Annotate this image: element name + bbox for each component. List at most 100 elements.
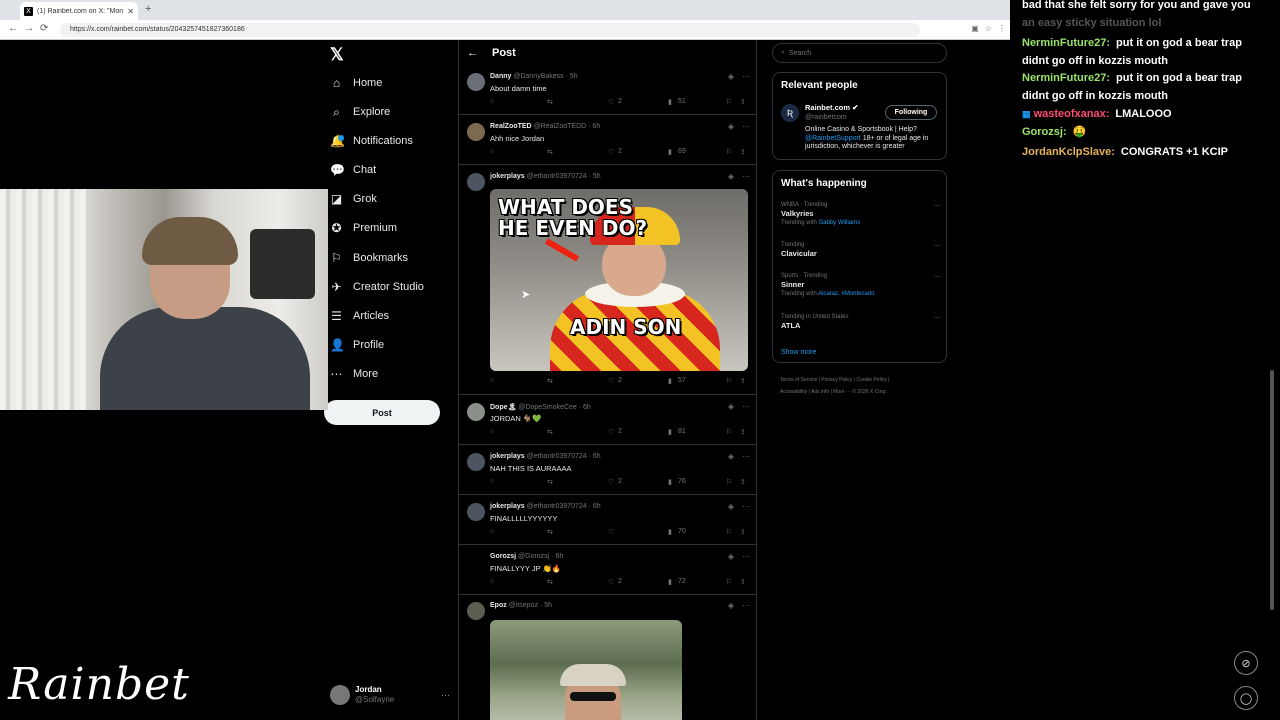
more-dots-icon[interactable]: ··· xyxy=(933,272,941,281)
like-icon[interactable]: ♡ xyxy=(608,148,614,156)
rainbet-avatar[interactable]: Ʀ xyxy=(781,104,799,122)
repost-icon[interactable]: ⇆ xyxy=(547,528,553,536)
chat-username[interactable]: NerminFuture27: xyxy=(1022,72,1110,84)
author-name[interactable]: jokerplays xyxy=(490,173,525,180)
reply-tweet-with-image[interactable]: jokerplays @ethantr03970724 · 5h ◈ ··· WH… xyxy=(459,167,756,395)
reply-icon[interactable]: ○ xyxy=(490,528,494,535)
more-dots-icon[interactable]: ··· xyxy=(742,552,750,561)
chat-username[interactable]: JordanKclpSlave: xyxy=(1022,146,1115,158)
compose-post-button[interactable]: Post xyxy=(324,400,440,425)
reply-icon[interactable]: ○ xyxy=(490,148,494,155)
nav-item-notifications[interactable]: 🔔 Notifications xyxy=(330,130,413,152)
more-dots-icon[interactable]: ··· xyxy=(933,201,941,210)
nav-item-home[interactable]: ⌂ Home xyxy=(330,72,382,94)
reload-button[interactable]: ⟳ xyxy=(40,23,48,34)
messages-icon[interactable]: ◯ xyxy=(1234,686,1258,710)
more-dots-icon[interactable]: ··· xyxy=(933,241,941,250)
views-icon[interactable]: ▮ xyxy=(668,428,672,436)
author-name[interactable]: Dope🏝 xyxy=(490,404,516,411)
avatar[interactable] xyxy=(467,73,485,91)
more-dots-icon[interactable]: ··· xyxy=(742,122,750,131)
nav-item-articles[interactable]: ☰ Articles xyxy=(330,305,389,327)
close-tab-icon[interactable]: ✕ xyxy=(127,7,134,16)
bookmark-icon[interactable]: ⚐ xyxy=(726,478,732,486)
back-arrow-icon[interactable]: ← xyxy=(467,47,478,59)
bookmark-icon[interactable]: ⚐ xyxy=(726,148,732,156)
search-input[interactable]: ⌕ Search xyxy=(772,43,947,63)
trend-item[interactable]: Trending in United States ATLA ··· xyxy=(781,313,941,331)
share-icon[interactable]: ⇪ xyxy=(740,148,746,156)
extension-icon[interactable]: ▣ xyxy=(971,24,979,33)
bookmark-icon[interactable]: ⚐ xyxy=(726,578,732,586)
author-name[interactable]: Gorozsj xyxy=(490,553,516,560)
menu-icon[interactable]: ⋮ xyxy=(998,24,1006,33)
browser-tab[interactable]: X (1) Rainbet.com on X: "Monday 12: ✕ xyxy=(20,2,138,20)
chat-username[interactable]: Gorozsj: xyxy=(1022,126,1067,138)
reply-icon[interactable]: ○ xyxy=(490,478,494,485)
like-icon[interactable]: ♡ xyxy=(608,377,614,385)
like-icon[interactable]: ♡ xyxy=(608,98,614,106)
following-button[interactable]: Following xyxy=(885,105,937,120)
reply-icon[interactable]: ○ xyxy=(490,98,494,105)
scrollbar[interactable] xyxy=(1270,370,1274,610)
x-logo-icon[interactable]: 𝕏 xyxy=(330,45,344,65)
author-name[interactable]: jokerplays xyxy=(490,453,525,460)
avatar[interactable] xyxy=(467,553,485,571)
more-dots-icon[interactable]: ··· xyxy=(742,172,750,181)
more-dots-icon[interactable]: ··· xyxy=(441,690,450,700)
reply-tweet[interactable]: jokerplays @ethantr03970724 · 6h ◈ ··· FI… xyxy=(459,497,756,545)
reply-tweet-with-image[interactable]: Epoz @itsepoz · 5h ◈ ··· xyxy=(459,596,756,720)
share-icon[interactable]: ⇪ xyxy=(740,98,746,106)
avatar[interactable] xyxy=(467,173,485,191)
more-dots-icon[interactable]: ··· xyxy=(742,502,750,511)
footer-line[interactable]: Terms of Service | Privacy Policy | Cook… xyxy=(780,374,950,386)
views-icon[interactable]: ▮ xyxy=(668,578,672,586)
share-icon[interactable]: ⇪ xyxy=(740,478,746,486)
repost-icon[interactable]: ⇆ xyxy=(547,578,553,586)
author-name[interactable]: jokerplays xyxy=(490,503,525,510)
views-icon[interactable]: ▮ xyxy=(668,377,672,385)
bookmark-icon[interactable]: ⚐ xyxy=(726,377,732,385)
share-icon[interactable]: ⇪ xyxy=(740,578,746,586)
author-name[interactable]: RealZooTED xyxy=(490,123,532,130)
reply-icon[interactable]: ○ xyxy=(490,578,494,585)
grok-icon[interactable]: ◈ xyxy=(728,122,734,131)
reply-tweet[interactable]: RealZooTED @RealZooTEDD · 6h ◈ ··· Ahh ni… xyxy=(459,117,756,165)
views-icon[interactable]: ▮ xyxy=(668,528,672,536)
nav-item-grok[interactable]: ◪ Grok xyxy=(330,188,377,210)
trend-item[interactable]: Sports · Trending Sinner Trending with A… xyxy=(781,272,941,298)
trend-item[interactable]: Trending Clavicular ··· xyxy=(781,241,941,259)
like-icon[interactable]: ♡ xyxy=(608,428,614,436)
like-icon[interactable]: ♡ xyxy=(608,578,614,586)
nav-item-profile[interactable]: 👤 Profile xyxy=(330,334,384,356)
bio-link[interactable]: @RainbetSupport xyxy=(805,135,861,142)
share-icon[interactable]: ⇪ xyxy=(740,428,746,436)
grok-icon[interactable]: ◈ xyxy=(728,402,734,411)
more-dots-icon[interactable]: ··· xyxy=(742,402,750,411)
grok-icon[interactable]: ◈ xyxy=(728,72,734,81)
more-dots-icon[interactable]: ··· xyxy=(742,72,750,81)
author-name[interactable]: Danny xyxy=(490,73,511,80)
repost-icon[interactable]: ⇆ xyxy=(547,478,553,486)
show-more-link[interactable]: Show more xyxy=(781,349,816,356)
avatar[interactable] xyxy=(467,453,485,471)
grok-shortcut-icon[interactable]: ⊘ xyxy=(1234,651,1258,675)
share-icon[interactable]: ⇪ xyxy=(740,377,746,385)
forward-button[interactable]: → xyxy=(24,23,34,34)
footer-line[interactable]: Accessibility | Ads info | More ··· © 20… xyxy=(780,386,950,398)
more-dots-icon[interactable]: ··· xyxy=(742,601,750,610)
trend-with-link[interactable]: Alcaraz, #Montecarlo xyxy=(818,291,874,297)
chat-username[interactable]: wasteofxanax: xyxy=(1034,108,1110,120)
repost-icon[interactable]: ⇆ xyxy=(547,148,553,156)
bookmark-icon[interactable]: ⚐ xyxy=(726,98,732,106)
avatar[interactable] xyxy=(467,503,485,521)
bookmark-icon[interactable]: ⚐ xyxy=(726,428,732,436)
trend-item[interactable]: WNBA · Trending Valkyries Trending with … xyxy=(781,201,941,227)
nav-item-explore[interactable]: ⌕ Explore xyxy=(330,101,390,123)
nav-item-bookmarks[interactable]: ⚐ Bookmarks xyxy=(330,247,408,269)
bookmark-icon[interactable]: ⚐ xyxy=(726,528,732,536)
grok-icon[interactable]: ◈ xyxy=(728,452,734,461)
views-icon[interactable]: ▮ xyxy=(668,98,672,106)
tweet-photo[interactable] xyxy=(490,620,682,720)
author-name[interactable]: Epoz xyxy=(490,602,507,609)
